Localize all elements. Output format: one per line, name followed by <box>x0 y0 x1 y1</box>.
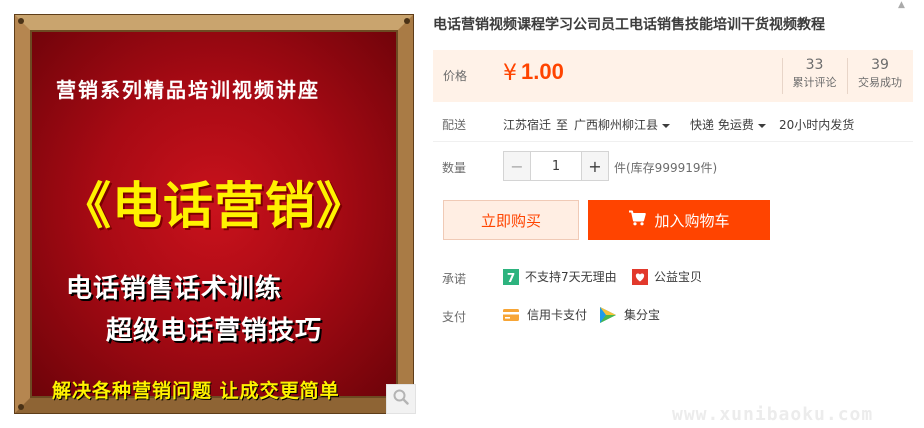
decrease-button[interactable]: − <box>503 151 531 181</box>
dispatch-time: 20小时内发货 <box>779 118 855 132</box>
credit-card-icon <box>503 307 519 323</box>
shipping-method-select[interactable]: 快递 免运费 <box>690 116 766 133</box>
ship-from: 江苏宿迁 <box>503 118 552 132</box>
seven-day-icon: 7 <box>503 268 519 285</box>
zoom-button[interactable] <box>386 384 416 414</box>
chevron-down-icon <box>662 123 671 128</box>
price-value: 1.00 <box>521 59 564 84</box>
frame-nail <box>18 18 24 24</box>
search-icon <box>393 389 409 409</box>
promise-text: 公益宝贝 <box>654 270 703 284</box>
promise-text: 不支持7天无理由 <box>525 270 617 284</box>
price-panel: 价格 ¥ 1.00 33 累计评论 39 交易成功 <box>433 50 913 102</box>
trades-stat: 39 交易成功 <box>847 56 913 92</box>
payment-text: 信用卡支付 <box>527 308 588 322</box>
payment-item-jifenbao[interactable]: 集分宝 <box>600 306 660 323</box>
product-image[interactable]: 营销系列精品培训视频讲座 《电话营销》 电话销售话术训练 超级电话营销技巧 解决… <box>14 14 414 414</box>
svg-text:7: 7 <box>507 271 515 285</box>
promise-item-no-return[interactable]: 7 不支持7天无理由 <box>503 268 617 285</box>
quantity-label: 数量 <box>442 161 467 175</box>
promise-item-charity[interactable]: 公益宝贝 <box>632 268 702 285</box>
destination-select[interactable]: 广西柳州柳江县 <box>574 116 671 133</box>
cart-icon <box>628 210 647 230</box>
image-slogan: 解决各种营销问题 让成交更简单 <box>52 380 340 402</box>
buy-now-button[interactable]: 立即购买 <box>443 200 579 240</box>
add-to-cart-button[interactable]: 加入购物车 <box>588 200 770 240</box>
quantity-input[interactable] <box>531 151 581 181</box>
reviews-label: 累计评论 <box>792 76 837 89</box>
reviews-stat[interactable]: 33 累计评论 <box>782 56 847 92</box>
watermark: www.xunibaoku.com <box>672 404 874 425</box>
trades-label: 交易成功 <box>858 76 902 89</box>
frame-nail <box>18 404 24 410</box>
section-divider <box>433 141 913 142</box>
promise-label: 承诺 <box>442 272 467 286</box>
payment-item-credit-card[interactable]: 信用卡支付 <box>503 306 587 323</box>
add-to-cart-label: 加入购物车 <box>654 211 730 230</box>
image-main-title: 《电话营销》 <box>61 177 367 235</box>
price-label: 价格 <box>443 69 468 83</box>
ship-to-word: 至 <box>556 118 569 132</box>
product-title: 电话营销视频课程学习公司员工电话销售技能培训干货视频教程 <box>433 17 825 33</box>
destination-value: 广西柳州柳江县 <box>574 118 659 132</box>
image-subtitle-1: 电话销售话术训练 <box>66 274 283 304</box>
image-series-caption: 营销系列精品培训视频讲座 <box>56 78 320 102</box>
corner-mark: ▲ <box>898 0 905 10</box>
currency-symbol: ¥ <box>503 61 517 86</box>
image-subtitle-2: 超级电话营销技巧 <box>106 316 323 346</box>
image-frame: 营销系列精品培训视频讲座 《电话营销》 电话销售话术训练 超级电话营销技巧 解决… <box>14 14 414 414</box>
reviews-count: 33 <box>805 57 824 73</box>
payment-text: 集分宝 <box>624 308 661 322</box>
chevron-down-icon <box>757 123 766 128</box>
quantity-stepper: − + <box>503 151 609 181</box>
trades-count: 39 <box>871 57 889 73</box>
payment-label: 支付 <box>442 310 467 324</box>
stock-info: 件(库存999919件) <box>614 161 718 175</box>
charity-icon <box>632 268 648 285</box>
shipping-method-value: 快递 免运费 <box>690 118 754 132</box>
jifenbao-icon <box>600 306 616 323</box>
increase-button[interactable]: + <box>581 151 609 181</box>
frame-nail <box>404 18 410 24</box>
shipping-label: 配送 <box>442 118 467 132</box>
